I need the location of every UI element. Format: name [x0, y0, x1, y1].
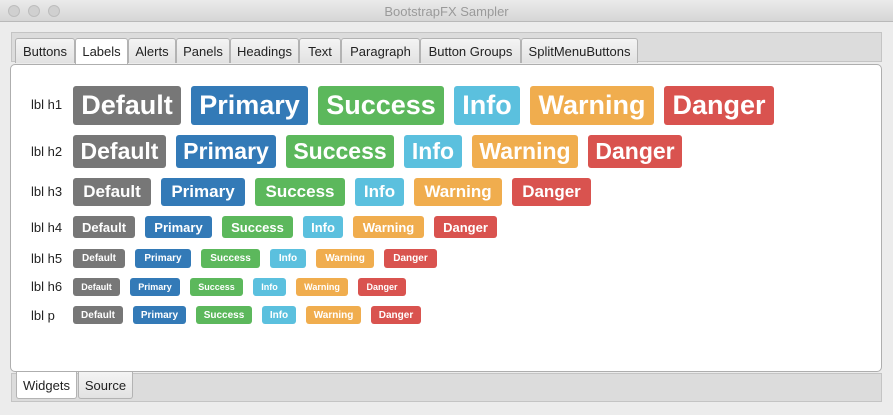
window-title: BootstrapFX Sampler [384, 4, 509, 19]
tab-label: Alerts [135, 43, 169, 59]
row-label-h5: lbl h5 [31, 251, 63, 266]
label-default-p: Default [73, 306, 123, 324]
label-success-p: Success [196, 306, 252, 324]
tab-label: Text [308, 43, 332, 59]
label-default-h5: Default [73, 249, 125, 268]
tab-labels[interactable]: Labels [75, 38, 128, 64]
label-default-h6: Default [73, 278, 120, 296]
label-warning-h2: Warning [472, 135, 578, 168]
tab-text[interactable]: Text [299, 38, 341, 63]
label-primary-h3: Primary [161, 178, 245, 206]
label-danger-h2: Danger [588, 135, 682, 168]
label-info-h5: Info [270, 249, 306, 268]
tab-label: Source [84, 377, 127, 393]
label-info-h1: Info [454, 86, 520, 125]
label-success-h3: Success [255, 178, 345, 206]
label-info-h4: Info [303, 216, 343, 238]
tab-panels[interactable]: Panels [176, 38, 230, 63]
tab-label: Paragraph [350, 43, 411, 59]
label-info-h6: Info [253, 278, 286, 296]
tab-button-groups[interactable]: Button Groups [420, 38, 521, 63]
label-primary-h4: Primary [145, 216, 212, 238]
row-label-h4: lbl h4 [31, 220, 63, 235]
label-warning-h3: Warning [414, 178, 502, 206]
tab-headings[interactable]: Headings [230, 38, 299, 63]
tab-widgets[interactable]: Widgets [16, 372, 77, 399]
label-primary-h6: Primary [130, 278, 180, 296]
label-primary-h5: Primary [135, 249, 191, 268]
row-label-p: lbl p [31, 308, 55, 323]
label-info-h3: Info [355, 178, 404, 206]
label-default-h3: Default [73, 178, 151, 206]
label-default-h4: Default [73, 216, 135, 238]
label-danger-h6: Danger [358, 278, 406, 296]
label-warning-h5: Warning [316, 249, 374, 268]
tab-source[interactable]: Source [78, 372, 133, 399]
label-danger-h5: Danger [384, 249, 437, 268]
row-label-h2: lbl h2 [31, 144, 63, 159]
label-primary-p: Primary [133, 306, 186, 324]
label-warning-h1: Warning [530, 86, 654, 125]
label-info-p: Info [262, 306, 296, 324]
label-success-h2: Success [286, 135, 394, 168]
label-default-h2: Default [73, 135, 166, 168]
tab-label: Widgets [23, 377, 70, 393]
label-warning-h6: Warning [296, 278, 348, 296]
label-danger-h1: Danger [664, 86, 774, 125]
label-warning-h4: Warning [353, 216, 424, 238]
label-success-h5: Success [201, 249, 260, 268]
bottom-tab-strip [11, 373, 882, 402]
row-label-h6: lbl h6 [31, 279, 63, 294]
label-danger-h3: Danger [512, 178, 591, 206]
tab-splitmenubuttons[interactable]: SplitMenuButtons [521, 38, 638, 63]
row-label-h3: lbl h3 [31, 184, 63, 199]
label-success-h1: Success [318, 86, 444, 125]
label-danger-p: Danger [371, 306, 421, 324]
label-primary-h1: Primary [191, 86, 308, 125]
tab-paragraph[interactable]: Paragraph [341, 38, 420, 63]
tab-alerts[interactable]: Alerts [128, 38, 176, 63]
label-danger-h4: Danger [434, 216, 497, 238]
label-default-h1: Default [73, 86, 181, 125]
tab-label: SplitMenuButtons [528, 43, 631, 59]
tab-label: Headings [237, 43, 292, 59]
title-bar: BootstrapFX Sampler [0, 0, 893, 22]
row-label-h1: lbl h1 [31, 97, 63, 112]
label-success-h4: Success [222, 216, 293, 238]
tab-label: Labels [82, 44, 121, 59]
tab-label: Button Groups [428, 43, 513, 59]
tab-label: Panels [183, 43, 223, 59]
label-success-h6: Success [190, 278, 243, 296]
tab-label: Buttons [22, 43, 68, 59]
label-primary-h2: Primary [176, 135, 276, 168]
tab-buttons[interactable]: Buttons [15, 38, 75, 63]
label-info-h2: Info [404, 135, 462, 168]
label-warning-p: Warning [306, 306, 361, 324]
